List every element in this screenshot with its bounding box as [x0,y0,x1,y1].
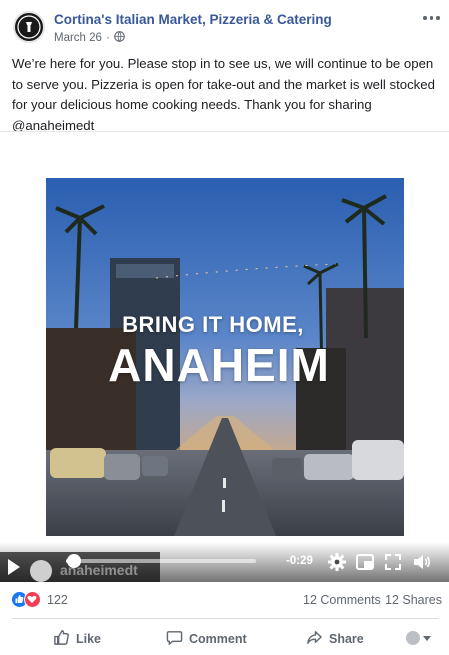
comment-button[interactable]: Comment [166,629,247,649]
comment-label: Comment [189,632,247,646]
like-label: Like [76,632,102,646]
thumbs-up-icon [53,629,70,649]
comments-count[interactable]: 12 Comments [303,593,381,607]
audience-selector[interactable] [406,631,431,645]
fullscreen-icon[interactable] [383,552,403,572]
progress-bar[interactable] [66,554,256,568]
love-reaction-icon [24,591,41,608]
volume-icon[interactable] [412,552,432,572]
watermark-logo [30,560,52,582]
video-frame: BRING IT HOME, ANAHEIM [46,178,404,536]
reaction-count[interactable]: 122 [47,593,68,607]
time-remaining: -0:29 [286,555,313,567]
shares-count[interactable]: 12 Shares [385,593,442,607]
share-arrow-icon [306,629,323,649]
engagement-bar: 122 12 Comments 12 Shares [0,588,449,612]
profile-avatar-icon [406,631,420,645]
caret-down-icon [423,635,431,641]
video-player[interactable]: BRING IT HOME, ANAHEIM anaheimedt -0:29 [0,131,449,582]
share-button[interactable]: Share [306,629,364,649]
overlay-line-1: BRING IT HOME, [122,312,304,337]
play-icon[interactable] [8,559,20,575]
page-name-link[interactable]: Cortina's Italian Market, Pizzeria & Cat… [54,12,332,27]
comment-bubble-icon [166,629,183,649]
post-text: We’re here for you. Please stop in to se… [12,56,435,133]
more-options-icon[interactable] [423,14,441,22]
post-header: Cortina's Italian Market, Pizzeria & Cat… [0,0,449,50]
settings-gear-icon[interactable] [327,552,347,572]
meta-separator: · [105,32,110,44]
page-avatar[interactable] [13,11,45,43]
overlay-line-2: ANAHEIM [108,339,330,391]
reaction-icons[interactable] [11,591,47,609]
post-actions: Like Comment Share [0,622,449,654]
post-date[interactable]: March 26 [54,32,102,44]
like-button[interactable]: Like [53,629,101,649]
post-meta: March 26 · [54,31,125,45]
divider [12,618,439,619]
video-controls: anaheimedt -0:29 [0,542,449,582]
globe-icon [113,31,125,45]
progress-handle[interactable] [66,554,81,568]
picture-in-picture-icon[interactable] [355,552,375,572]
share-label: Share [329,632,364,646]
